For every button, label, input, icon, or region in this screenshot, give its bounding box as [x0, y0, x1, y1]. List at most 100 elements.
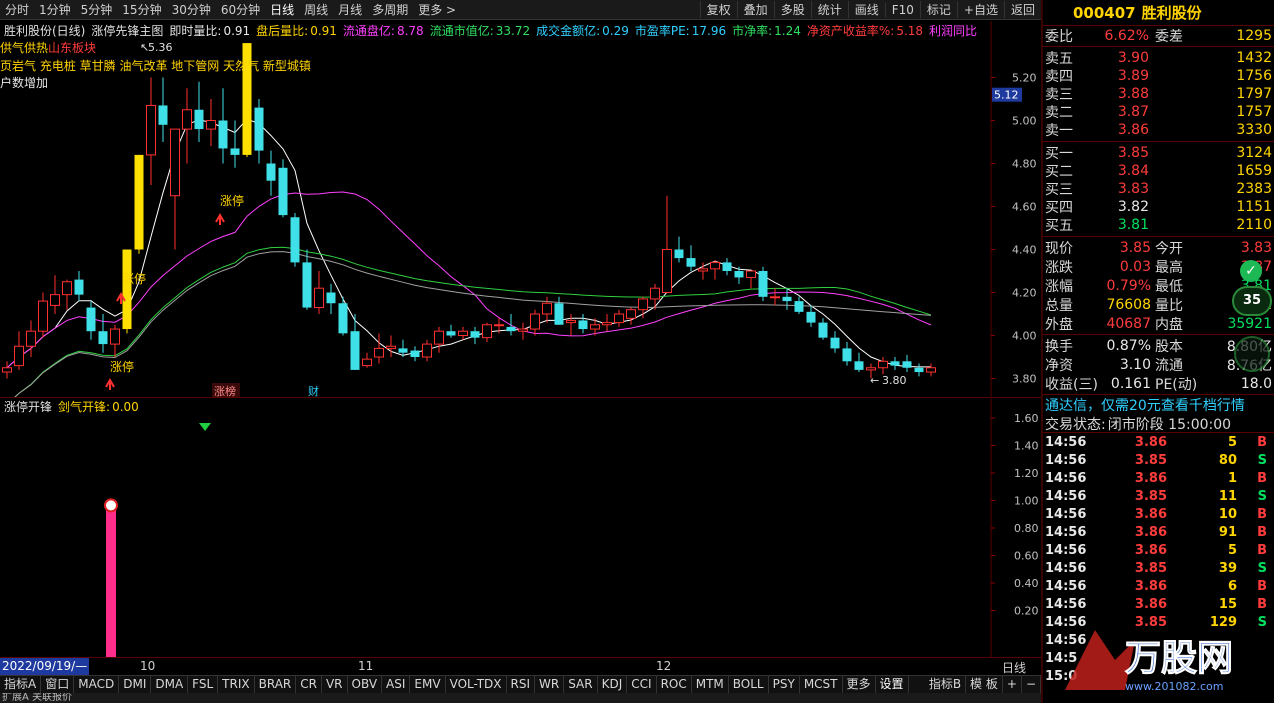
speed-badge[interactable]: 35 [1232, 286, 1272, 316]
indicator-tab-12[interactable]: EMV [410, 676, 446, 693]
indicator-tab-6[interactable]: TRIX [218, 676, 255, 693]
sub-indicator-svg[interactable]: 1.60 1.40 1.20 1.00 0.80 0.60 0.40 0.20 涨停开锋 剑气开锋… [0, 399, 1041, 657]
candle-76 [914, 363, 924, 377]
candle-body-56 [674, 249, 684, 259]
tick-list[interactable]: 14:56 3.86 5 B 14:56 3.85 80 S 14:56 3.86 1 B 14:56 3… [1043, 433, 1274, 685]
limit-up-arrow-icon-2 [215, 212, 225, 225]
indicator-tab-1[interactable]: 窗口 [41, 676, 75, 693]
ask-row-1[interactable]: 卖四 3.89 1756 [1043, 67, 1274, 85]
indicator-tab-21[interactable]: BOLL [729, 676, 769, 693]
indicator-tab-15[interactable]: WR [535, 676, 565, 693]
candle-body-68 [818, 322, 828, 338]
stock-code: 000407 [1073, 3, 1136, 22]
indicator-tab-19[interactable]: ROC [657, 676, 692, 693]
indicator-tab-10[interactable]: OBV [348, 676, 383, 693]
float-ball-icon[interactable] [1234, 336, 1270, 372]
kline-chart[interactable]: 5.20 5.00 4.80 4.60 4.40 4.20 4.00 3.80 5.12 胜利股份… [0, 21, 1041, 405]
indicator-tab-11[interactable]: ASI [382, 676, 411, 693]
toolbar-btn-5[interactable]: F10 [884, 2, 920, 17]
tick-price: 3.86 [1134, 542, 1167, 558]
price-tick-0: 5.20 [1012, 72, 1037, 85]
candle-body-69 [830, 337, 840, 349]
tick-volume: 15 [1218, 596, 1237, 612]
indicator-tab-2[interactable]: MACD [74, 676, 120, 693]
toolbar-btn-8[interactable]: 返回 [1003, 1, 1041, 18]
period-tab-1[interactable]: 1分钟 [34, 1, 76, 18]
candle-body-28 [338, 303, 348, 334]
bid-row-0[interactable]: 买一 3.85 3124 [1043, 144, 1274, 162]
info-label-0: 即时量比: [169, 24, 221, 38]
period-tab-0[interactable]: 分时 [0, 1, 34, 18]
candle-74 [890, 357, 900, 370]
period-tab-6[interactable]: 日线 [265, 1, 299, 18]
bid-row-2[interactable]: 买三 3.83 2383 [1043, 180, 1274, 198]
period-tab-5[interactable]: 60分钟 [216, 1, 265, 18]
candle-35 [422, 339, 432, 362]
candle-body-42 [506, 326, 516, 332]
indicator-tab-13[interactable]: VOL-TDX [446, 676, 507, 693]
indicator-right-2[interactable]: + [1003, 676, 1022, 693]
bid-row-3[interactable]: 买四 3.82 1151 [1043, 198, 1274, 216]
check-icon[interactable]: ✓ [1240, 260, 1262, 282]
period-tab-4[interactable]: 30分钟 [167, 1, 216, 18]
tick-time: 14:56 [1045, 434, 1087, 450]
ask-price: 3.89 [1117, 68, 1149, 84]
candle-body-63 [758, 271, 768, 297]
promo-banner[interactable]: 通达信，仅需20元查看千档行情 [1043, 395, 1274, 415]
candle-42 [506, 314, 516, 336]
indicator-tab-17[interactable]: KDJ [598, 676, 628, 693]
ask-row-3[interactable]: 卖二 3.87 1757 [1043, 103, 1274, 121]
toolbar-btn-6[interactable]: 标记 [919, 1, 957, 18]
indicator-tab-14[interactable]: RSI [507, 676, 536, 693]
indicator-right-0[interactable]: 指标B [925, 676, 967, 693]
indicator-tab-0[interactable]: 指标A [0, 676, 42, 693]
bid-row-4[interactable]: 买五 3.81 2110 [1043, 216, 1274, 234]
period-tab-10[interactable]: 更多 > [413, 1, 461, 18]
stat2-value: 0.87% [1106, 337, 1151, 354]
candle-body-5 [62, 281, 72, 296]
indicator-tab-9[interactable]: VR [322, 676, 348, 693]
toolbar-btn-4[interactable]: 画线 [847, 1, 885, 18]
ask-price: 3.88 [1117, 86, 1149, 102]
indicator-right-1[interactable]: 模 板 [966, 676, 1003, 693]
period-tab-9[interactable]: 多周期 [367, 1, 413, 18]
indicator-tab-8[interactable]: CR [296, 676, 322, 693]
indicator-tab-22[interactable]: PSY [769, 676, 800, 693]
period-tab-3[interactable]: 15分钟 [117, 1, 166, 18]
trade-state-label: 交易状态: [1045, 416, 1106, 433]
indicator-tab-4[interactable]: DMA [151, 676, 189, 693]
indicator-tab-18[interactable]: CCI [627, 676, 657, 693]
indicator-tab-20[interactable]: MTM [692, 676, 729, 693]
candle-52 [626, 307, 636, 325]
ask-row-4[interactable]: 卖一 3.86 3330 [1043, 121, 1274, 139]
candle-25 [302, 249, 312, 310]
period-tab-8[interactable]: 月线 [333, 1, 367, 18]
candle-19 [230, 120, 240, 168]
candle-18 [218, 88, 228, 164]
ask-row-0[interactable]: 卖五 3.90 1432 [1043, 49, 1274, 67]
indicator-tab-16[interactable]: SAR [564, 676, 598, 693]
ask-row-2[interactable]: 卖三 3.88 1797 [1043, 85, 1274, 103]
indicator-tab-5[interactable]: FSL [188, 676, 219, 693]
period-tab-7[interactable]: 周线 [299, 1, 333, 18]
indicator-tab-7[interactable]: BRAR [255, 676, 297, 693]
kline-svg[interactable]: 5.20 5.00 4.80 4.60 4.40 4.20 4.00 3.80 5.12 胜利股份… [0, 21, 1041, 405]
toolbar-btn-3[interactable]: 统计 [810, 1, 848, 18]
period-tab-2[interactable]: 5分钟 [76, 1, 118, 18]
period-label[interactable]: 日线 [1002, 659, 1026, 676]
toolbar-btn-7[interactable]: +自选 [956, 1, 1004, 18]
indicator-right-3[interactable]: − [1022, 676, 1041, 693]
indicator-tab-25[interactable]: 设置 [876, 676, 909, 693]
candle-10 [122, 249, 132, 334]
indicator-tab-3[interactable]: DMI [119, 676, 152, 693]
candle-71 [854, 352, 864, 373]
sub-indicator-chart[interactable]: 1.60 1.40 1.20 1.00 0.80 0.60 0.40 0.20 涨停开锋 剑气开锋… [0, 399, 1041, 657]
toolbar-btn-2[interactable]: 多股 [773, 1, 811, 18]
bid-row-1[interactable]: 买二 3.84 1659 [1043, 162, 1274, 180]
toolbar-btn-1[interactable]: 叠加 [736, 1, 774, 18]
stat-key-2: 今开 [1155, 240, 1183, 257]
toolbar-btn-0[interactable]: 复权 [699, 1, 737, 18]
ask-volume: 1797 [1236, 86, 1272, 102]
indicator-tab-23[interactable]: MCST [800, 676, 843, 693]
indicator-tab-24[interactable]: 更多 [843, 676, 876, 693]
